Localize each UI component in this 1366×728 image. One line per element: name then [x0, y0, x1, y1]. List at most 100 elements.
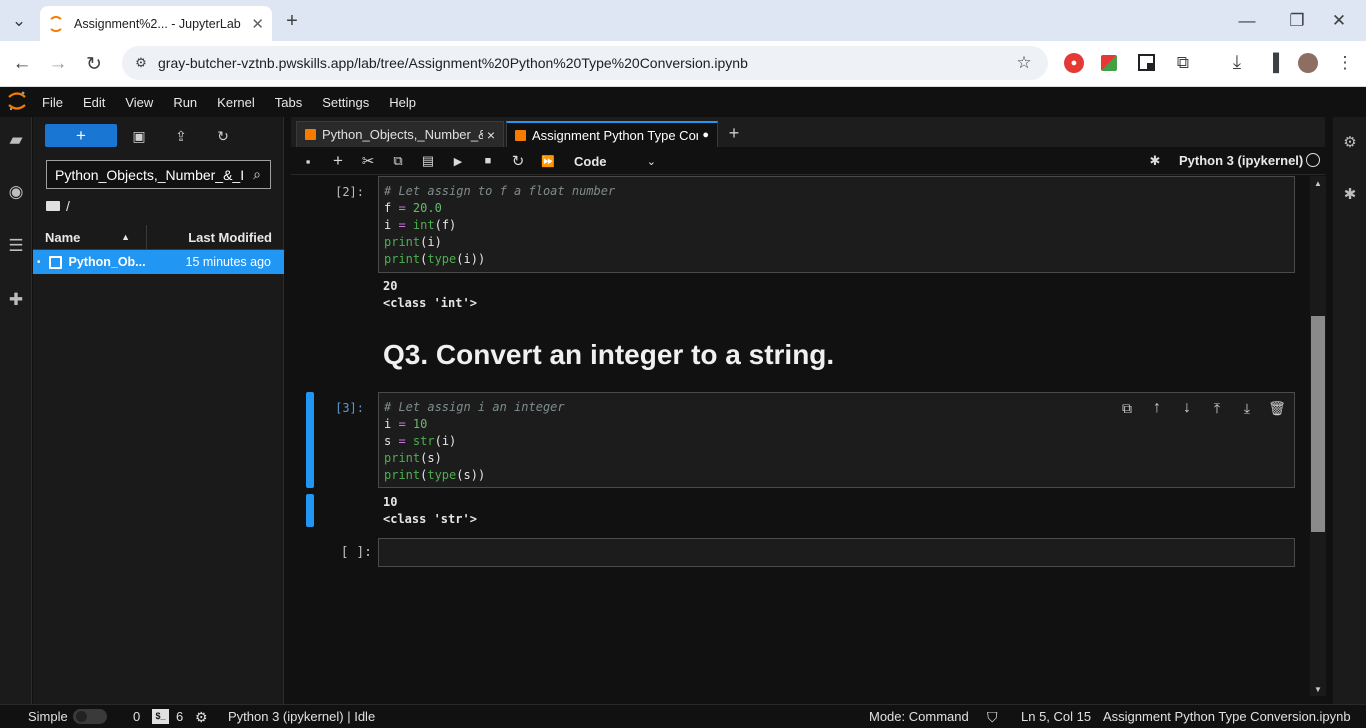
- cursor-position[interactable]: Ln 5, Col 15: [1021, 709, 1091, 724]
- browser-tab[interactable]: Assignment%2... - JupyterLab ✕: [40, 6, 272, 41]
- terminal-icon[interactable]: $_: [152, 709, 169, 724]
- back-icon[interactable]: ←: [10, 52, 34, 76]
- stop-icon[interactable]: ■: [477, 150, 499, 172]
- tab-label: Assignment Python Type Cor: [532, 127, 699, 143]
- copy-icon[interactable]: ⧉: [387, 150, 409, 172]
- menu-view[interactable]: View: [115, 95, 163, 110]
- extensions-puzzle-icon[interactable]: ⧉: [1172, 52, 1194, 74]
- fast-forward-icon[interactable]: ⏩: [537, 150, 559, 172]
- file-browser-panel: [33, 117, 284, 704]
- tab-python-objects[interactable]: Python_Objects,_Number_&_ ×: [296, 121, 504, 147]
- delete-cell-icon[interactable]: 🗑: [1266, 397, 1288, 419]
- scroll-down-icon[interactable]: ▼: [1312, 684, 1324, 694]
- download-icon[interactable]: ⤓: [1226, 52, 1248, 74]
- empty-code-cell[interactable]: [378, 538, 1295, 567]
- move-up-icon[interactable]: ↑: [1146, 397, 1168, 419]
- menu-settings[interactable]: Settings: [312, 95, 379, 110]
- running-sessions-icon[interactable]: ◉: [5, 181, 27, 203]
- table-of-contents-icon[interactable]: ☰: [5, 235, 27, 257]
- cell-prompt: [3]:: [335, 401, 364, 415]
- code-comment: # Let assign i an integer: [384, 400, 565, 414]
- forward-icon[interactable]: →: [46, 52, 70, 76]
- property-inspector-icon[interactable]: ⚙: [1339, 131, 1361, 153]
- output-line: <class 'str'>: [383, 512, 477, 526]
- tab-label: Python_Objects,_Number_&_: [322, 127, 483, 142]
- file-filter-input[interactable]: Python_Objects,_Number_&_I: [46, 160, 271, 189]
- notebook-panel: [2]: # Let assign to f a float number f …: [291, 176, 1310, 696]
- code-editor[interactable]: # Let assign to f a float number f = 20.…: [379, 177, 1294, 268]
- menu-file[interactable]: File: [32, 95, 73, 110]
- column-header-last-modified[interactable]: Last Modified: [147, 225, 284, 250]
- refresh-icon[interactable]: ↻: [212, 125, 234, 147]
- right-sidebar: ⚙ ✱: [1333, 117, 1366, 704]
- extension-manager-icon[interactable]: ✚: [5, 289, 27, 311]
- insert-above-icon[interactable]: ⤒: [1206, 397, 1228, 419]
- simple-mode-toggle[interactable]: [73, 709, 107, 724]
- save-icon[interactable]: ▪: [297, 150, 319, 172]
- new-launcher-button[interactable]: +: [45, 124, 117, 147]
- side-panel-icon[interactable]: ▐: [1262, 52, 1284, 74]
- file-name: Python_Ob...: [68, 255, 146, 269]
- close-window-icon[interactable]: ✕: [1328, 10, 1350, 32]
- output-collapser[interactable]: [306, 494, 314, 527]
- unsaved-dot-icon[interactable]: ●: [702, 129, 709, 141]
- minimize-icon[interactable]: —: [1236, 10, 1258, 32]
- close-icon[interactable]: ×: [487, 127, 495, 143]
- left-activity-bar: ▰ ◉ ☰ ✚: [0, 117, 32, 704]
- code-cell-input[interactable]: # Let assign i an integer i = 10 s = str…: [378, 392, 1295, 488]
- color-extension-icon[interactable]: [1101, 55, 1117, 71]
- new-folder-icon[interactable]: ▣: [128, 125, 150, 147]
- screen-extension-icon[interactable]: [1138, 54, 1155, 71]
- profile-avatar[interactable]: [1298, 53, 1318, 73]
- close-tab-icon[interactable]: ✕: [251, 15, 264, 33]
- bookmark-star-icon[interactable]: ☆: [1014, 53, 1034, 73]
- tab-search-icon[interactable]: ⌄: [8, 10, 30, 32]
- menu-help[interactable]: Help: [379, 95, 426, 110]
- notebook-file-icon: [48, 255, 62, 269]
- scroll-up-icon[interactable]: ▲: [1312, 178, 1324, 188]
- code-cell-input[interactable]: # Let assign to f a float number f = 20.…: [378, 176, 1295, 273]
- tab-assignment[interactable]: Assignment Python Type Cor ●: [506, 121, 718, 147]
- markdown-heading[interactable]: Q3. Convert an integer to a string.: [383, 339, 834, 371]
- debugger-icon[interactable]: ✱: [1144, 150, 1166, 172]
- file-row[interactable]: • Python_Ob... 15 minutes ago: [33, 250, 284, 274]
- cell-output: 20 <class 'int'>: [383, 278, 477, 312]
- menu-edit[interactable]: Edit: [73, 95, 115, 110]
- browser-menu-icon[interactable]: ⋮: [1334, 52, 1356, 74]
- menu-run[interactable]: Run: [163, 95, 207, 110]
- reload-icon[interactable]: ↻: [82, 52, 106, 76]
- trust-shield-icon[interactable]: ⛉: [987, 709, 998, 726]
- new-tab-icon[interactable]: +: [281, 10, 303, 32]
- folder-icon[interactable]: [46, 201, 60, 211]
- terminal-count: 0: [133, 709, 141, 724]
- duplicate-cell-icon[interactable]: ⧉: [1116, 397, 1138, 419]
- insert-cell-icon[interactable]: +: [327, 150, 349, 172]
- add-tab-icon[interactable]: +: [723, 122, 745, 144]
- column-header-name[interactable]: Name ▲: [33, 225, 147, 250]
- menu-kernel[interactable]: Kernel: [207, 95, 265, 110]
- site-info-icon[interactable]: ⚙: [132, 54, 150, 72]
- run-icon[interactable]: ▶: [447, 150, 469, 172]
- restore-icon[interactable]: ❐: [1286, 10, 1308, 32]
- cut-icon[interactable]: ✂: [357, 150, 379, 172]
- scrollbar-thumb[interactable]: [1311, 316, 1325, 532]
- insert-below-icon[interactable]: ⤓: [1236, 397, 1258, 419]
- breadcrumb-root[interactable]: /: [66, 198, 70, 214]
- file-browser-icon[interactable]: ▰: [5, 129, 27, 151]
- file-filter-value: Python_Objects,_Number_&_I: [55, 167, 245, 183]
- debugger-panel-icon[interactable]: ✱: [1339, 183, 1361, 205]
- adblock-extension-icon[interactable]: ●: [1064, 53, 1084, 73]
- move-down-icon[interactable]: ↓: [1176, 397, 1198, 419]
- cell-type-select[interactable]: Code ⌄: [566, 150, 656, 172]
- cell-type-value: Code: [574, 153, 607, 169]
- menu-tabs[interactable]: Tabs: [265, 95, 312, 110]
- kernel-status[interactable]: Python 3 (ipykernel) | Idle: [228, 709, 375, 724]
- restart-icon[interactable]: ↻: [507, 150, 529, 172]
- paste-icon[interactable]: ▤: [417, 150, 439, 172]
- upload-icon[interactable]: ⇪: [170, 125, 192, 147]
- url-field[interactable]: ⚙ gray-butcher-vztnb.pwskills.app/lab/tr…: [122, 46, 1048, 80]
- search-icon: ⌕: [253, 165, 261, 182]
- kernel-sessions-icon[interactable]: ⚙: [195, 709, 208, 726]
- current-filename: Assignment Python Type Conversion.ipynb: [1103, 709, 1351, 724]
- kernel-name[interactable]: Python 3 (ipykernel): [1179, 153, 1303, 168]
